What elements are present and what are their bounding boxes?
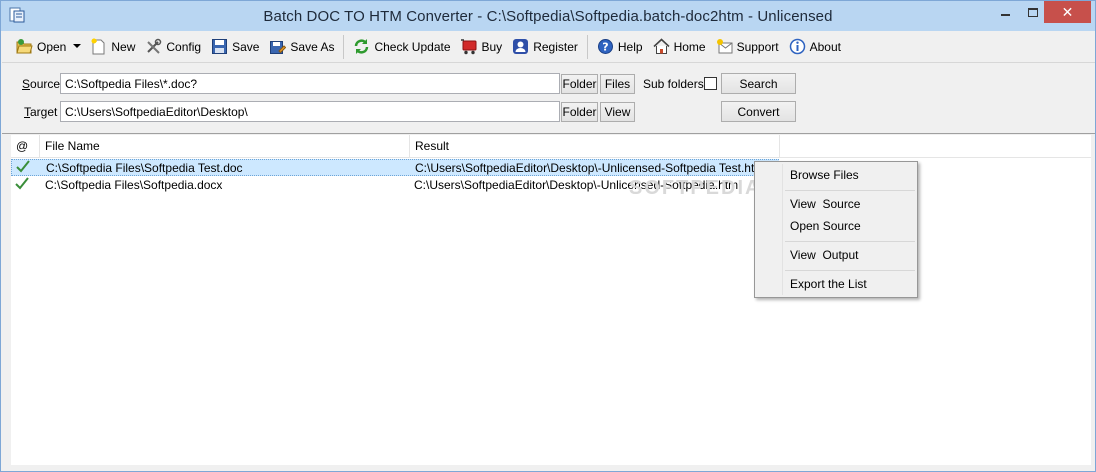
paths-panel: Source Folder Files Sub folders Search T… [2,64,1095,134]
save-as-button[interactable]: Save As [265,35,338,59]
tools-icon [147,38,162,54]
folder-open-icon [16,39,33,54]
context-menu: Browse Files View Source Open Source Vie… [754,161,918,298]
buy-label: Buy [481,39,503,54]
toolbar: Open New Config Save Save As Check Updat… [2,31,1095,63]
maximize-button[interactable] [1019,1,1047,23]
refresh-update-icon [355,39,369,54]
menu-separator [785,270,915,271]
file-name-cell: C:\Softpedia Files\Softpedia Test.doc [46,161,243,175]
minimize-button[interactable] [991,1,1019,23]
close-icon: ✕ [1061,3,1074,20]
menu-separator [785,241,915,242]
close-button[interactable]: ✕ [1044,1,1091,23]
support-icon [716,39,733,54]
save-label: Save [232,39,260,54]
open-label: Open [37,39,67,54]
check-icon [16,160,30,173]
subfolders-checkbox[interactable] [704,77,717,90]
column-file-name[interactable]: File Name [40,135,410,158]
config-button[interactable]: Config [141,35,205,59]
help-icon: ? [597,39,613,54]
new-button[interactable]: New [86,35,139,59]
about-label: About [809,39,841,54]
column-result[interactable]: Result [410,135,780,158]
file-name-cell: C:\Softpedia Files\Softpedia.docx [45,178,223,192]
support-label: Support [736,39,779,54]
new-label: New [111,39,136,54]
source-folder-button[interactable]: Folder [561,74,598,94]
list-header: @ File Name Result [11,135,1091,158]
menu-item-view-output[interactable]: View Output [757,244,915,266]
menu-item-open-source[interactable]: Open Source [757,215,915,237]
buy-button[interactable]: Buy [457,35,507,59]
info-icon [789,38,805,55]
support-button[interactable]: Support [712,35,783,59]
source-path-input[interactable] [60,73,560,94]
home-label: Home [673,39,706,54]
shopping-cart-icon [460,39,476,55]
window-title: Batch DOC TO HTM Converter - C:\Softpedi… [263,8,833,25]
home-icon [653,38,670,54]
target-path-input[interactable] [60,101,560,122]
home-button[interactable]: Home [649,35,710,59]
menu-item-browse-files[interactable]: Browse Files [757,164,915,186]
floppy-disk-icon [212,39,228,54]
source-label: Source [22,77,61,91]
svg-text:?: ? [602,41,608,54]
source-files-button[interactable]: Files [600,74,635,94]
save-as-icon [270,41,287,54]
target-view-button[interactable]: View [600,102,635,122]
menu-item-export-list[interactable]: Export the List [757,273,915,295]
register-button[interactable]: Register [508,35,582,59]
column-status[interactable]: @ [11,135,40,158]
target-label: Target [24,105,58,119]
maximize-icon [1028,7,1038,17]
menu-separator [785,190,915,191]
convert-button[interactable]: Convert [721,101,796,122]
about-button[interactable]: About [785,35,845,59]
subfolders-label: Sub folders [643,77,704,91]
minimize-icon [1000,14,1010,16]
save-as-label: Save As [290,39,335,54]
search-button[interactable]: Search [721,73,796,94]
check-icon [15,177,29,190]
target-folder-button[interactable]: Folder [561,102,598,122]
register-user-icon [513,39,529,54]
menu-item-view-source[interactable]: View Source [757,193,915,215]
config-label: Config [166,39,202,54]
result-cell: C:\Users\SoftpediaEditor\Desktop\-Unlice… [415,161,765,175]
save-button[interactable]: Save [207,35,263,59]
help-label: Help [617,39,643,54]
caret-down-icon [73,44,82,48]
file-list[interactable]: @ File Name Result C:\Softpedia Files\So… [11,135,1091,465]
check-update-label: Check Update [374,39,451,54]
app-window: Batch DOC TO HTM Converter - C:\Softpedi… [0,0,1096,472]
new-document-icon [91,38,105,55]
register-label: Register [533,39,578,54]
check-update-button[interactable]: Check Update [349,35,454,59]
toolbar-separator [343,34,345,59]
help-button[interactable]: ? Help [593,35,647,59]
table-row[interactable]: C:\Softpedia Files\Softpedia Test.doc C:… [11,159,779,176]
watermark: SOFTPEDIA [629,177,762,199]
toolbar-separator [586,34,588,59]
open-button[interactable]: Open [12,35,70,59]
open-dropdown-arrow[interactable] [72,35,82,59]
title-bar[interactable]: Batch DOC TO HTM Converter - C:\Softpedi… [1,1,1095,31]
